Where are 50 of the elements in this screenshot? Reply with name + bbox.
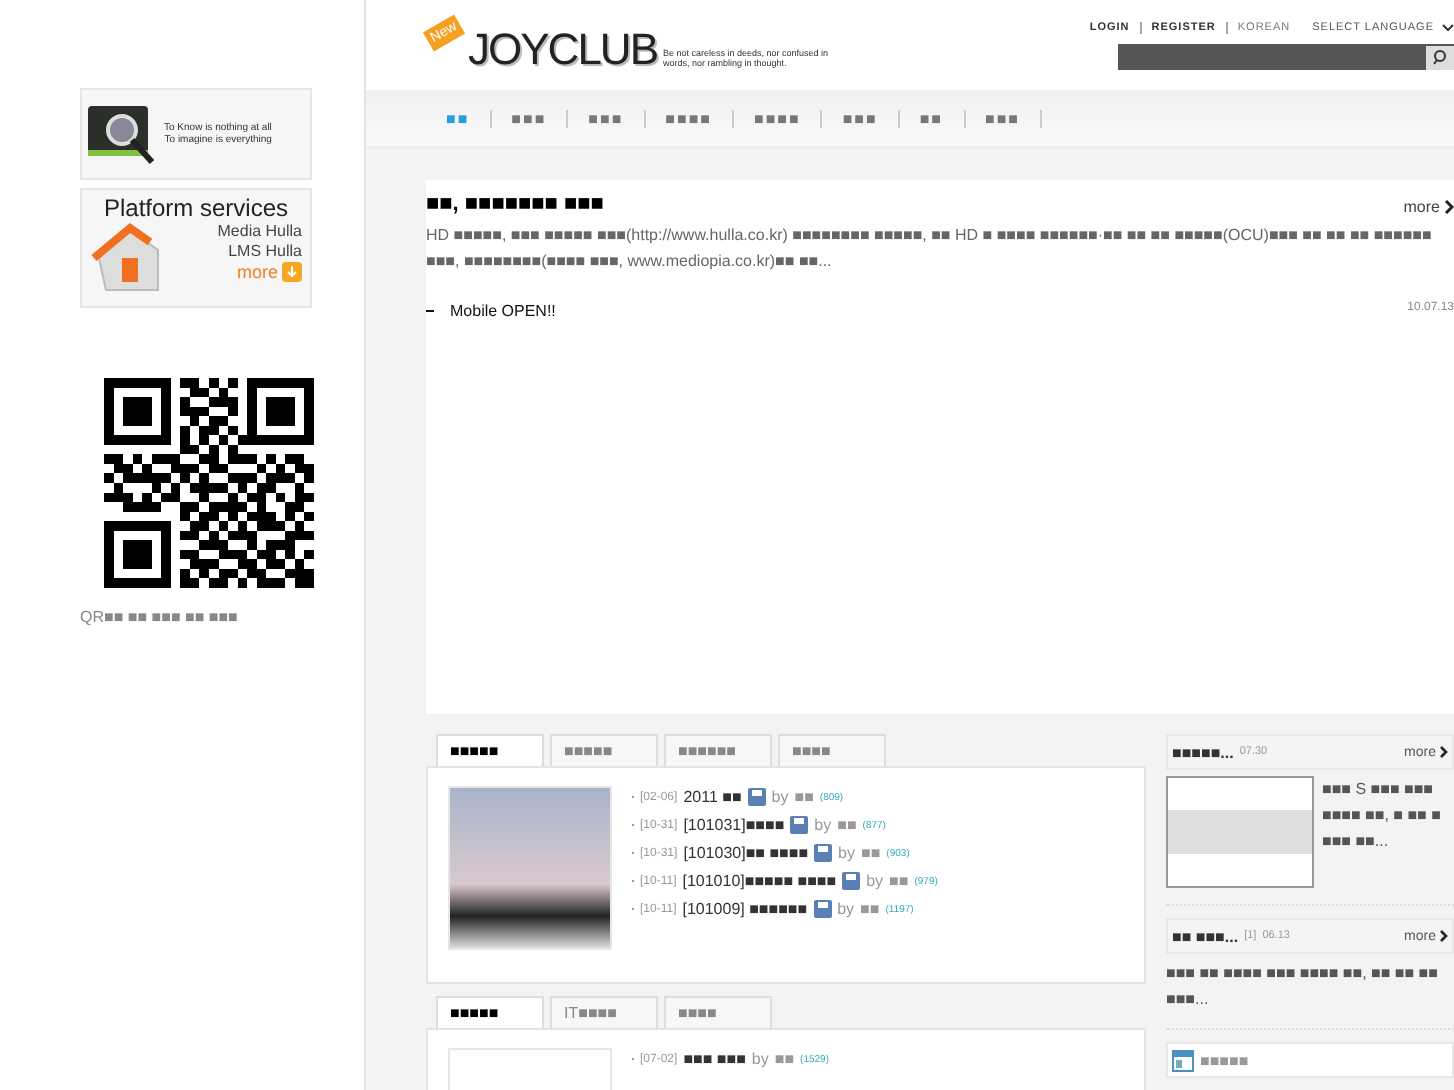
board-tab[interactable]: ■■■■■ (436, 734, 544, 766)
notice-text: HD ■■■■■, ■■■ ■■■■■ ■■■(http://www.hulla.co.kr) ■■■■■■■■ ■■■■■, ■■ HD ■ ■■■■ ■■■■■■·■■ ■■ ■■ ■■■■■(OCU)■■■ ■■ ■■ ■■ ■■■■■■ ■■■, ■■■■■■■■(■■■■ ■■■, www.mediopia.co.kr)■■ ■■... (426, 224, 1434, 274)
search-field[interactable] (1118, 44, 1454, 70)
post-title[interactable]: [101030]■■ ■■■■ (683, 844, 809, 862)
board-tab[interactable]: ■■■■■ (436, 996, 544, 1028)
banner-title: Platform services (101, 194, 291, 222)
nav-item[interactable]: ■■■■ (754, 109, 823, 127)
chevron-icon (1440, 746, 1448, 758)
post-author: ■■ (861, 844, 881, 862)
post-title[interactable]: [101031]■■■■ (683, 816, 785, 834)
caret-icon (1442, 24, 1454, 32)
post-author: ■■ (860, 900, 880, 918)
post-author: ■■ (774, 1050, 795, 1068)
nav-item[interactable]: ■■■ (588, 109, 646, 127)
nav-item[interactable]: ■■■ (511, 109, 569, 127)
post-byline: by (866, 872, 884, 890)
notice-title[interactable]: ■■, ■■■■■■■ ■■■ (426, 192, 604, 216)
service-name: Media Hulla (217, 222, 302, 242)
chevron-icon (1444, 200, 1454, 214)
monitor-magnifier-icon (86, 102, 158, 166)
nav-item[interactable]: ■■■■ (665, 109, 734, 127)
post-byline: by (771, 788, 789, 806)
nav-item[interactable]: ■■■ (842, 109, 900, 127)
nav-item[interactable]: ■■ (919, 109, 965, 127)
post-byline: by (814, 816, 832, 834)
search-icon[interactable] (1426, 45, 1454, 69)
post-title[interactable]: [101009] ■■■■■■ (682, 900, 808, 918)
notice-item[interactable]: Mobile OPEN!! (450, 302, 556, 320)
post-author: ■■ (889, 872, 909, 890)
post-title[interactable]: 2011 ■■ (683, 788, 742, 806)
post-author: ■■ (794, 788, 814, 806)
nav-item[interactable]: ■■■ (985, 109, 1042, 127)
banner-card[interactable]: Platform services Media Hulla LMS Hulla more (80, 188, 312, 308)
post-byline: by (837, 900, 855, 918)
post-title[interactable]: [101010]■■■■■ ■■■■ (682, 872, 837, 890)
download-icon (282, 262, 302, 282)
post-byline: by (838, 844, 855, 862)
post-author: ■■ (837, 816, 857, 834)
calendar-icon (1172, 1049, 1194, 1071)
chevron-icon (1440, 930, 1448, 942)
widget-text[interactable]: ■■■ S ■■■ ■■■ ■■■■ ■■, ■ ■■ ■ ■■■ ■■... (1322, 776, 1454, 888)
more-link[interactable]: more (1403, 198, 1454, 216)
post-title[interactable]: ■■■ ■■■ (683, 1050, 746, 1068)
widget-title[interactable]: ■■■■■... (1172, 743, 1234, 761)
service-name: LMS Hulla (228, 242, 302, 262)
post-byline: by (751, 1050, 769, 1068)
qr-caption: QR■■ ■■ ■■■ ■■ ■■■ (80, 608, 240, 626)
widget-title[interactable]: ■■ ■■■... (1172, 927, 1239, 945)
widget-text[interactable]: ■■■ ■■ ■■■■ ■■■ ■■■■ ■■, ■■ ■■ ■■ ■■■... (1166, 960, 1454, 1012)
site-logo[interactable]: JOYCLUB (468, 26, 657, 74)
